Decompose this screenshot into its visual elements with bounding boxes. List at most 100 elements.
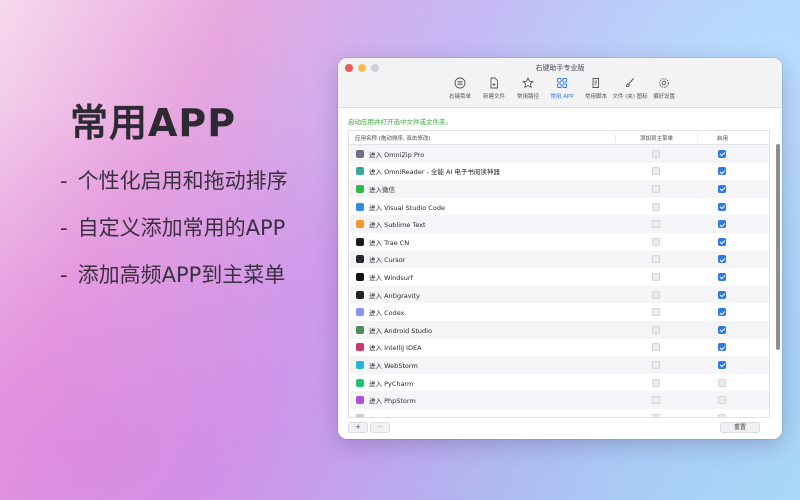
enabled-checkbox[interactable] (718, 272, 726, 281)
enabled-checkbox[interactable] (718, 184, 726, 193)
app-name: 进入微信 (369, 185, 395, 194)
add-to-main-checkbox[interactable] (652, 308, 660, 317)
table-row[interactable]: 进入 Trae CN (349, 233, 769, 251)
add-to-main-cell (615, 290, 697, 299)
app-name-cell[interactable]: 进入 Codex (349, 307, 615, 317)
app-name-cell[interactable]: 进入 PyCharm (349, 378, 615, 388)
add-to-main-checkbox[interactable] (652, 167, 660, 176)
app-name-cell[interactable]: 进入 Android Studio (349, 325, 615, 335)
app-name-cell[interactable]: 进入 Visual Studio Code (349, 202, 615, 212)
tab-common-apps[interactable]: 常用 APP (545, 76, 579, 100)
tab-right-click-menu[interactable]: 右键菜单 (443, 76, 477, 100)
app-name-cell[interactable]: 进入 Sublime Text (349, 219, 615, 229)
enabled-cell (697, 202, 747, 211)
scrollbar[interactable] (776, 144, 780, 350)
enabled-cell (697, 378, 747, 387)
add-to-main-checkbox[interactable] (652, 255, 660, 264)
tab-folder-icons[interactable]: 文件 (夹) 图标 (612, 76, 648, 100)
enabled-cell (697, 308, 747, 317)
app-name-cell[interactable] (349, 413, 615, 417)
add-to-main-checkbox[interactable] (652, 237, 660, 246)
reset-button[interactable]: 重置 (720, 422, 760, 433)
table-row[interactable]: 进入 Android Studio (349, 320, 769, 339)
app-icon (356, 149, 364, 158)
table-row[interactable]: 进入 IntelliJ IDEA (349, 339, 769, 357)
enabled-checkbox[interactable] (718, 202, 726, 211)
app-name-cell[interactable]: 进入 OmniReader - 全能 AI 电子书阅读神器 (349, 166, 615, 176)
enabled-checkbox[interactable] (718, 396, 726, 405)
add-to-main-checkbox[interactable] (652, 396, 660, 405)
table-row[interactable]: 进入 Visual Studio Code (349, 198, 769, 216)
remove-app-button[interactable]: − (370, 422, 390, 433)
add-to-main-checkbox[interactable] (652, 272, 660, 281)
tab-new-file[interactable]: 新建文件 (477, 76, 511, 100)
app-name-cell[interactable]: 进入 Cursor (349, 254, 615, 264)
add-to-main-cell (615, 396, 697, 405)
add-app-button[interactable]: + (348, 422, 368, 433)
table-row[interactable]: 进入 Windsurf (349, 268, 769, 286)
window-title: 右键助手专业版 (535, 64, 585, 72)
enabled-checkbox[interactable] (718, 290, 726, 299)
add-to-main-checkbox[interactable] (652, 413, 660, 417)
table-row[interactable]: 进入 WebStorm (349, 356, 769, 374)
table-row[interactable]: 进入微信 (349, 180, 769, 198)
enabled-cell (697, 290, 747, 299)
add-to-main-checkbox[interactable] (652, 290, 660, 299)
table-row[interactable]: 进入 Sublime Text (349, 215, 769, 233)
enabled-checkbox[interactable] (718, 237, 726, 246)
add-to-main-checkbox[interactable] (652, 325, 660, 334)
app-name: 进入 Sublime Text (369, 221, 426, 230)
column-header-enabled[interactable]: 启用 (697, 133, 747, 142)
enabled-checkbox[interactable] (718, 149, 726, 158)
add-to-main-cell (615, 255, 697, 264)
app-name-cell[interactable]: 进入 Antigravity (349, 290, 615, 300)
enabled-checkbox[interactable] (718, 343, 726, 352)
enabled-checkbox[interactable] (718, 255, 726, 264)
table-row[interactable]: 进入 Cursor (349, 250, 769, 269)
table-row[interactable]: 进入 Antigravity (349, 285, 769, 304)
enabled-checkbox[interactable] (718, 413, 726, 417)
app-name: 进入 PyCharm (369, 379, 414, 388)
app-name-cell[interactable]: 进入 PhpStorm (349, 395, 615, 405)
add-to-main-checkbox[interactable] (652, 220, 660, 229)
add-to-main-checkbox[interactable] (652, 343, 660, 352)
app-name-cell[interactable]: 进入 Windsurf (349, 272, 615, 282)
add-to-main-checkbox[interactable] (652, 360, 660, 369)
add-to-main-cell (615, 184, 697, 193)
tab-common-scripts[interactable]: 常用脚本 (579, 76, 613, 100)
feature-list: - 个性化启用和拖动排序 - 自定义添加常用的APP - 添加高频APP到主菜单 (60, 165, 288, 289)
enabled-checkbox[interactable] (718, 308, 726, 317)
add-to-main-checkbox[interactable] (652, 149, 660, 158)
table-row[interactable]: 进入 OmniZip Pro (349, 145, 769, 163)
app-name-cell[interactable]: 进入微信 (349, 184, 615, 194)
app-name-cell[interactable]: 进入 WebStorm (349, 360, 615, 370)
enabled-checkbox[interactable] (718, 378, 726, 387)
table-row[interactable] (349, 409, 769, 417)
tab-preferences[interactable]: 偏好设置 (647, 76, 681, 100)
table-row[interactable]: 进入 OmniReader - 全能 AI 电子书阅读神器 (349, 163, 769, 181)
tab-common-paths[interactable]: 常用路径 (511, 76, 545, 100)
enabled-cell (697, 255, 747, 264)
table-row[interactable]: 进入 PhpStorm (349, 391, 769, 409)
enabled-checkbox[interactable] (718, 167, 726, 176)
app-icon (356, 255, 364, 264)
enabled-checkbox[interactable] (718, 220, 726, 229)
enabled-cell (697, 237, 747, 246)
add-to-main-cell (615, 308, 697, 317)
app-name: 进入 OmniReader - 全能 AI 电子书阅读神器 (369, 168, 500, 177)
add-to-main-checkbox[interactable] (652, 378, 660, 387)
app-name-cell[interactable]: 进入 Trae CN (349, 237, 615, 247)
app-name-cell[interactable]: 进入 OmniZip Pro (349, 149, 615, 159)
enabled-checkbox[interactable] (718, 360, 726, 369)
app-name: 进入 Trae CN (369, 238, 410, 247)
column-header-name[interactable]: 应用名称 (拖动排序, 双击修改) (349, 134, 615, 142)
app-name-cell[interactable]: 进入 IntelliJ IDEA (349, 342, 615, 352)
add-to-main-checkbox[interactable] (652, 184, 660, 193)
table-row[interactable]: 进入 Codex (349, 303, 769, 321)
app-icon (356, 167, 364, 176)
add-to-main-checkbox[interactable] (652, 202, 660, 211)
enabled-checkbox[interactable] (718, 325, 726, 334)
app-icon (356, 396, 364, 405)
column-header-add-to-main[interactable]: 添加到主菜单 (615, 133, 697, 142)
table-row[interactable]: 进入 PyCharm (349, 374, 769, 392)
